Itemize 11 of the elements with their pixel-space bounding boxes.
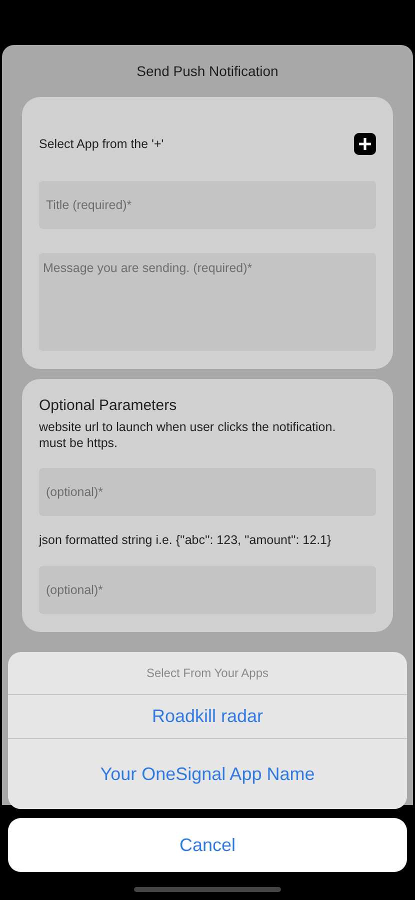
url-hint: website url to launch when user clicks the notification. must be https. [39, 420, 337, 452]
json-field[interactable]: (optional)* [39, 566, 376, 614]
json-hint: json formatted string i.e. {''abc'': 123, ''amount'': 12.1} [39, 533, 332, 549]
cancel-button[interactable]: Cancel [8, 818, 407, 872]
section-heading: Optional Parameters [39, 397, 178, 414]
screen-title: Send Push Notification [136, 63, 280, 79]
title-field[interactable]: Title (required)* [39, 181, 376, 229]
message-field[interactable]: Message you are sending. (required)* [39, 253, 376, 351]
plus-button-icon[interactable] [354, 133, 376, 155]
url-field[interactable]: (optional)* [39, 468, 376, 516]
select-app-label: Select App from the '+' [39, 137, 164, 151]
